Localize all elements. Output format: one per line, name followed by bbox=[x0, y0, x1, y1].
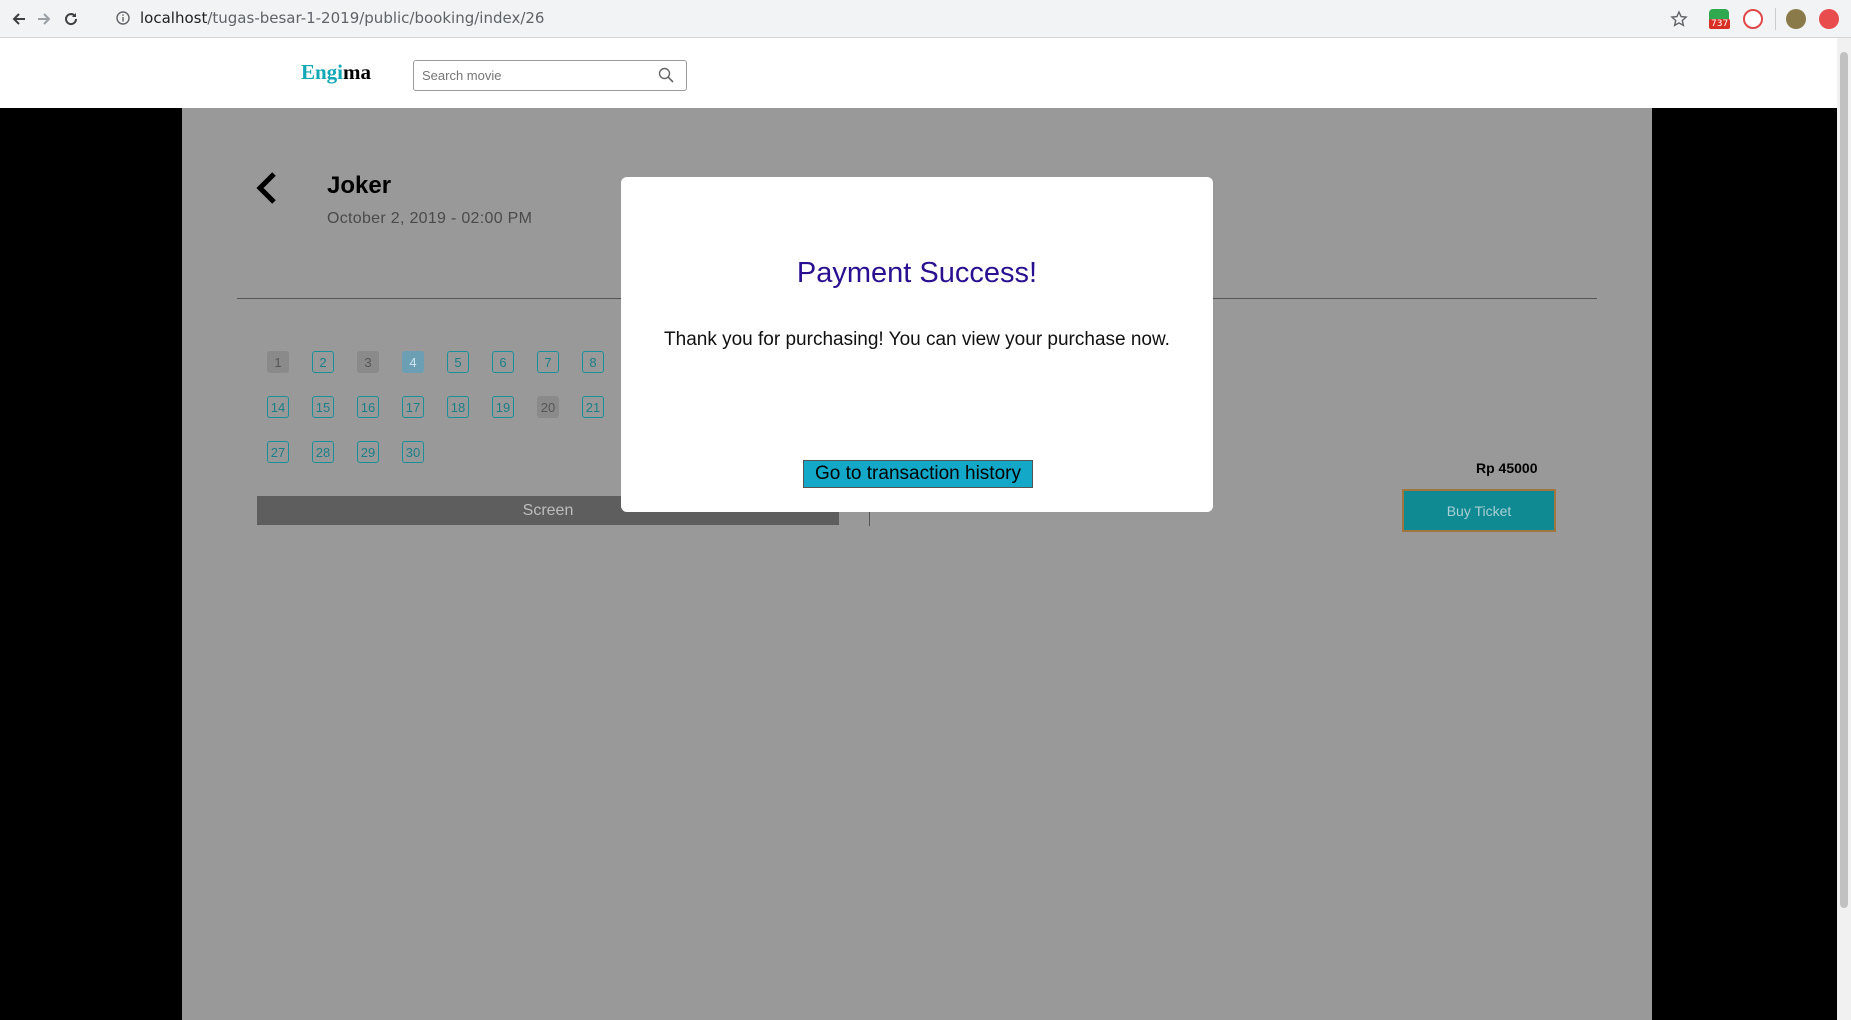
modal-title: Payment Success! bbox=[796, 257, 1038, 289]
search-input[interactable] bbox=[420, 67, 654, 84]
avatar[interactable] bbox=[1786, 9, 1806, 29]
seat[interactable]: 6 bbox=[492, 351, 514, 373]
seat[interactable]: 2 bbox=[312, 351, 334, 373]
search-box bbox=[413, 60, 687, 91]
movie-title: Joker bbox=[327, 172, 392, 199]
info-icon[interactable] bbox=[116, 11, 130, 25]
seat[interactable]: 16 bbox=[357, 396, 379, 418]
url-host: localhost bbox=[140, 9, 208, 27]
seat[interactable]: 28 bbox=[312, 441, 334, 463]
star-icon[interactable] bbox=[1670, 10, 1688, 28]
back-arrow-icon[interactable] bbox=[8, 8, 30, 30]
page: Engima Joker October 2, 2019 - 02:00 PM … bbox=[0, 38, 1837, 1020]
modal-message: Thank you for purchasing! You can view y… bbox=[664, 329, 1170, 350]
seat[interactable]: 19 bbox=[492, 396, 514, 418]
seat[interactable]: 8 bbox=[582, 351, 604, 373]
opera-icon[interactable] bbox=[1743, 9, 1763, 29]
movie-datetime: October 2, 2019 - 02:00 PM bbox=[327, 210, 533, 227]
seat: 1 bbox=[267, 351, 289, 373]
site-header: Engima bbox=[0, 38, 1837, 108]
extension-icon[interactable]: 737 bbox=[1709, 9, 1731, 29]
seat: 20 bbox=[537, 396, 559, 418]
extension-badge: 737 bbox=[1709, 19, 1731, 29]
url-path: /tugas-besar-1-2019/public/booking/index… bbox=[207, 9, 545, 27]
scrollbar[interactable] bbox=[1837, 38, 1851, 1020]
logo[interactable]: Engima bbox=[301, 60, 371, 85]
seat[interactable]: 30 bbox=[402, 441, 424, 463]
forward-arrow-icon[interactable] bbox=[33, 8, 55, 30]
buy-ticket-button[interactable]: Buy Ticket bbox=[1402, 489, 1556, 532]
scrollbar-thumb[interactable] bbox=[1840, 52, 1848, 908]
ticket-price: Rp 45000 bbox=[1476, 460, 1538, 476]
seat: 3 bbox=[357, 351, 379, 373]
search-icon[interactable] bbox=[658, 67, 674, 83]
seat[interactable]: 7 bbox=[537, 351, 559, 373]
back-chevron-icon[interactable] bbox=[252, 168, 282, 208]
logo-part-2: ma bbox=[343, 60, 372, 84]
address-bar[interactable]: localhost/tugas-besar-1-2019/public/book… bbox=[140, 9, 544, 27]
logo-part-1: Engi bbox=[301, 60, 344, 84]
reload-icon[interactable] bbox=[60, 8, 82, 30]
seat[interactable]: 18 bbox=[447, 396, 469, 418]
toolbar-divider bbox=[1775, 8, 1776, 30]
payment-success-modal: Payment Success! Thank you for purchasin… bbox=[621, 177, 1213, 512]
update-icon[interactable] bbox=[1819, 9, 1839, 29]
seat[interactable]: 21 bbox=[582, 396, 604, 418]
seat-selected[interactable]: 4 bbox=[402, 351, 424, 373]
browser-toolbar: localhost/tugas-besar-1-2019/public/book… bbox=[0, 0, 1851, 38]
transaction-history-button[interactable]: Go to transaction history bbox=[803, 460, 1033, 488]
seat[interactable]: 17 bbox=[402, 396, 424, 418]
seat[interactable]: 15 bbox=[312, 396, 334, 418]
seat[interactable]: 14 bbox=[267, 396, 289, 418]
seat[interactable]: 5 bbox=[447, 351, 469, 373]
seat[interactable]: 27 bbox=[267, 441, 289, 463]
seat[interactable]: 29 bbox=[357, 441, 379, 463]
